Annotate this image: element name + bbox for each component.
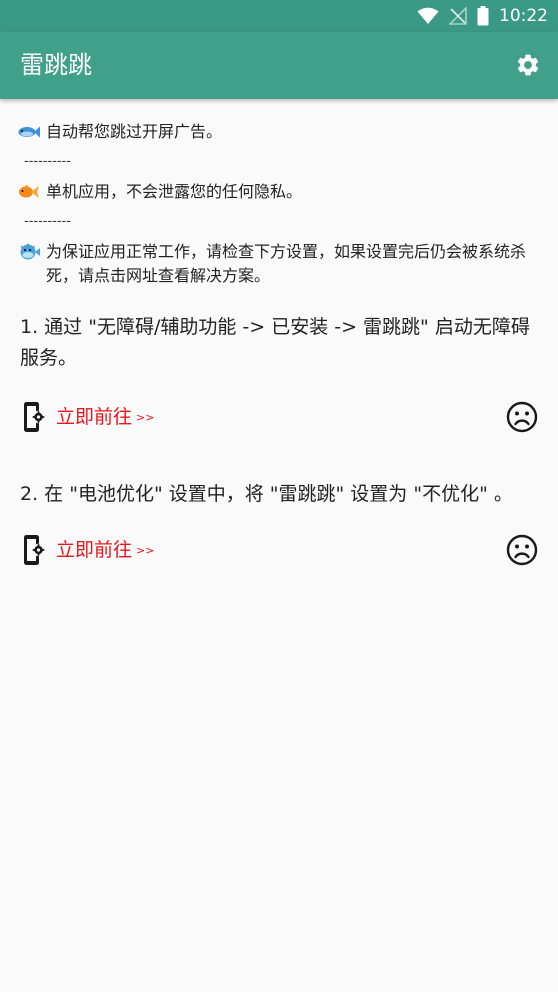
step-2-text: 2. 在 "电池优化" 设置中，将 "雷跳跳" 设置为 "不优化" 。 — [20, 483, 513, 505]
step-1-goto-row: 立即前往 >> — [20, 399, 540, 435]
step-2-goto-arrows: >> — [136, 544, 155, 557]
intro-line-2: 单机应用，不会泄露您的任何隐私。 — [18, 180, 540, 204]
phone-settings-icon[interactable] — [20, 401, 48, 433]
wifi-icon — [417, 7, 439, 24]
step-2-goto-row: 立即前往 >> — [20, 532, 540, 568]
intro-text-2: 单机应用，不会泄露您的任何隐私。 — [46, 182, 303, 201]
phone-settings-icon[interactable] — [20, 534, 48, 566]
status-icons: 10:22 — [417, 5, 548, 27]
intro-text-1: 自动帮您跳过开屏广告。 — [46, 122, 223, 141]
sad-face-icon — [506, 534, 538, 566]
battery-icon — [477, 6, 489, 26]
goldfish-icon — [18, 181, 40, 203]
status-bar: 10:22 — [0, 0, 558, 32]
intro-line-3: 为保证应用正常工作，请检查下方设置，如果设置完后仍会被系统杀死，请点击网址查看解… — [18, 240, 540, 288]
fish-icon — [18, 121, 40, 143]
gear-icon — [517, 54, 539, 76]
main-content: 自动帮您跳过开屏广告。 ---------- 单机应用，不会泄露您的任何隐私。 … — [0, 99, 558, 992]
step-1-goto-link[interactable]: 立即前往 — [56, 404, 132, 430]
sad-face-icon — [506, 401, 538, 433]
app-title: 雷跳跳 — [20, 51, 92, 79]
settings-button[interactable] — [514, 51, 542, 79]
divider-2: ---------- — [24, 214, 71, 229]
divider-1: ---------- — [24, 154, 71, 169]
blowfish-icon — [18, 241, 40, 263]
step-1-goto-arrows: >> — [136, 411, 155, 424]
app-bar: 雷跳跳 — [0, 32, 558, 99]
step-2-goto-link[interactable]: 立即前往 — [56, 537, 132, 563]
step-1-text: 1. 通过 "无障碍/辅助功能 -> 已安装 -> 雷跳跳" 启动无障碍服务。 — [20, 316, 530, 369]
intro-line-1: 自动帮您跳过开屏广告。 — [18, 120, 540, 144]
status-time: 10:22 — [499, 6, 548, 26]
signal-off-icon — [449, 7, 467, 25]
intro-text-3: 为保证应用正常工作，请检查下方设置，如果设置完后仍会被系统杀死，请点击网址查看解… — [46, 242, 527, 285]
